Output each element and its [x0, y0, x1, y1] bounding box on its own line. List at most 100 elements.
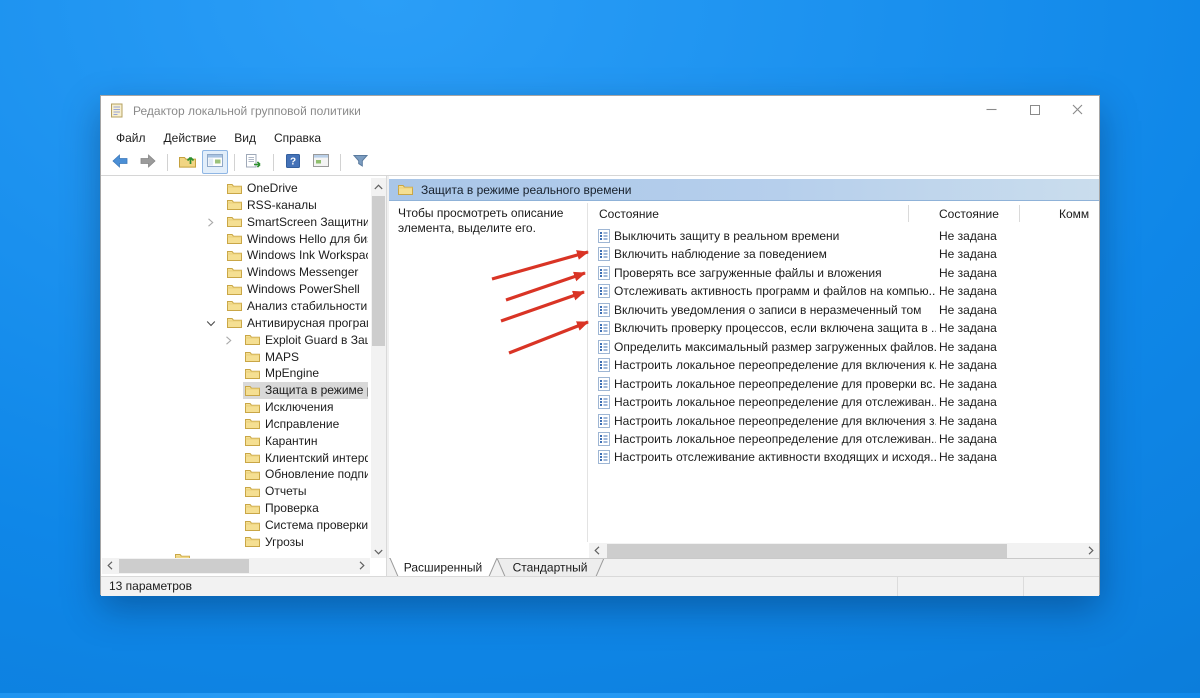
setting-icon — [598, 376, 610, 391]
menu-item-1[interactable]: Действие — [155, 128, 226, 148]
scroll-up-button[interactable] — [371, 178, 386, 193]
console-tree-panel: OneDrive RSS-каналы SmartScreen Защитника … — [101, 176, 387, 576]
scrollbar-thumb[interactable] — [607, 544, 1007, 558]
forward-button[interactable] — [135, 150, 161, 174]
tree-expanded-icon[interactable] — [206, 319, 216, 329]
scrollbar-thumb[interactable] — [119, 559, 249, 573]
setting-row[interactable]: Включить проверку процессов, если включе… — [589, 319, 1099, 337]
tree-item[interactable]: Исправление — [101, 416, 370, 433]
up-one-level-button[interactable] — [174, 150, 200, 174]
scroll-down-button[interactable] — [371, 543, 386, 558]
tree-item[interactable]: Антивирусная программа "Защит — [101, 315, 370, 332]
tree-item-content: SmartScreen Защитника Windows — [225, 214, 368, 231]
tree-item[interactable]: RSS-каналы — [101, 197, 370, 214]
folder-icon — [245, 469, 260, 481]
tree-item[interactable]: Проверка — [101, 500, 370, 517]
folder-icon — [245, 402, 260, 414]
tree-item[interactable]: Угрозы — [101, 534, 370, 551]
export-list-icon — [246, 153, 262, 171]
filter-button[interactable] — [347, 150, 373, 174]
scroll-left-button[interactable] — [589, 543, 605, 559]
tree-item-content: Система проверки сети — [243, 517, 368, 534]
tree-horizontal-scrollbar — [102, 558, 370, 574]
show-console-tree-button[interactable] — [202, 150, 228, 174]
setting-row[interactable]: Настроить локальное переопределение для … — [589, 393, 1099, 411]
tree-item[interactable]: Windows Ink Workspace — [101, 247, 370, 264]
folder-icon — [245, 503, 260, 515]
folder-icon — [245, 385, 260, 397]
close-button[interactable] — [1056, 96, 1099, 126]
tree-item-content: Исправление — [243, 416, 368, 433]
setting-row[interactable]: Проверять все загруженные файлы и вложен… — [589, 264, 1099, 282]
menu-item-3[interactable]: Справка — [265, 128, 330, 148]
setting-name: Настроить локальное переопределение для … — [614, 395, 936, 410]
tree-item[interactable]: Exploit Guard в Защитнике Wir — [101, 332, 370, 349]
window-title: Редактор локальной групповой политики — [133, 104, 361, 118]
titlebar[interactable]: Редактор локальной групповой политики — [101, 96, 1099, 126]
menu-item-2[interactable]: Вид — [225, 128, 265, 148]
show-window-button[interactable] — [308, 150, 334, 174]
tree-item[interactable]: Клиентский интерфейс — [101, 450, 370, 467]
setting-row[interactable]: Настроить локальное переопределение для … — [589, 375, 1099, 393]
scroll-left-button[interactable] — [102, 558, 118, 574]
setting-icon — [598, 321, 610, 336]
tree-item[interactable]: Анализ стабильности Windows — [101, 298, 370, 315]
tree-item[interactable]: Система проверки сети — [101, 517, 370, 534]
tree-item-partial — [101, 551, 370, 558]
tab-standard-label: Стандартный — [513, 561, 588, 575]
tree-item[interactable]: MpEngine — [101, 365, 370, 382]
setting-state: Не задана — [939, 302, 997, 317]
folder-icon — [227, 250, 242, 262]
status-divider — [897, 577, 898, 596]
tree-item[interactable]: Отчеты — [101, 483, 370, 500]
setting-icon — [598, 395, 610, 410]
toolbar-separator — [273, 153, 274, 171]
minimize-button[interactable] — [970, 96, 1013, 126]
up-folder-icon — [178, 154, 196, 171]
maximize-button[interactable] — [1013, 96, 1056, 126]
settings-panel: Защита в режиме реального времени Чтобы … — [389, 176, 1099, 576]
list-horizontal-scrollbar — [589, 543, 1099, 559]
tree-item[interactable]: SmartScreen Защитника Windows — [101, 214, 370, 231]
setting-row[interactable]: Определить максимальный размер загруженн… — [589, 338, 1099, 356]
folder-icon — [227, 284, 242, 296]
folder-icon — [227, 317, 242, 329]
scroll-right-button[interactable] — [1083, 543, 1099, 559]
setting-name: Настроить локальное переопределение для … — [614, 376, 936, 391]
tree-collapsed-icon[interactable] — [206, 218, 216, 228]
tree-item[interactable]: Защита в режиме реального в — [101, 382, 370, 400]
back-button[interactable] — [107, 150, 133, 174]
help-button[interactable]: ? — [280, 150, 306, 174]
tree-item[interactable]: Карантин — [101, 433, 370, 450]
scrollbar-thumb[interactable] — [372, 196, 385, 346]
tree-item[interactable]: Windows PowerShell — [101, 281, 370, 298]
tree-item[interactable]: MAPS — [101, 349, 370, 366]
tree-item[interactable]: OneDrive — [101, 180, 370, 197]
setting-name: Настроить локальное переопределение для … — [614, 358, 936, 373]
setting-row[interactable]: Настроить локальное переопределение для … — [589, 412, 1099, 430]
export-list-button[interactable] — [241, 150, 267, 174]
setting-row[interactable]: Настроить отслеживание активности входящ… — [589, 448, 1099, 466]
folder-icon — [245, 368, 260, 380]
tree-item-content: MpEngine — [243, 365, 368, 382]
setting-row[interactable]: Отслеживать активность программ и файлов… — [589, 282, 1099, 300]
setting-row[interactable]: Настроить локальное переопределение для … — [589, 430, 1099, 448]
setting-row[interactable]: Настроить локальное переопределение для … — [589, 356, 1099, 374]
tree-item[interactable]: Windows Hello для бизнеса — [101, 231, 370, 248]
tree-item[interactable]: Обновление подписей — [101, 466, 370, 483]
tree-collapsed-icon[interactable] — [224, 336, 234, 346]
tree-item-label: Windows Ink Workspace — [247, 248, 368, 263]
setting-name: Включить уведомления о записи в неразмеч… — [614, 302, 922, 317]
setting-name: Включить наблюдение за поведением — [614, 247, 827, 262]
setting-icon — [598, 450, 610, 465]
setting-row[interactable]: Включить наблюдение за поведением Не зада… — [589, 245, 1099, 263]
menu-item-0[interactable]: Файл — [107, 128, 155, 148]
scroll-right-button[interactable] — [354, 558, 370, 574]
setting-row[interactable]: Выключить защиту в реальном времени Не за… — [589, 227, 1099, 245]
folder-icon — [227, 199, 242, 211]
tree-item[interactable]: Windows Messenger — [101, 264, 370, 281]
tree-item[interactable]: Исключения — [101, 399, 370, 416]
setting-row[interactable]: Включить уведомления о записи в неразмеч… — [589, 301, 1099, 319]
window-icon — [313, 154, 329, 170]
tree-vertical-scrollbar — [371, 178, 386, 558]
